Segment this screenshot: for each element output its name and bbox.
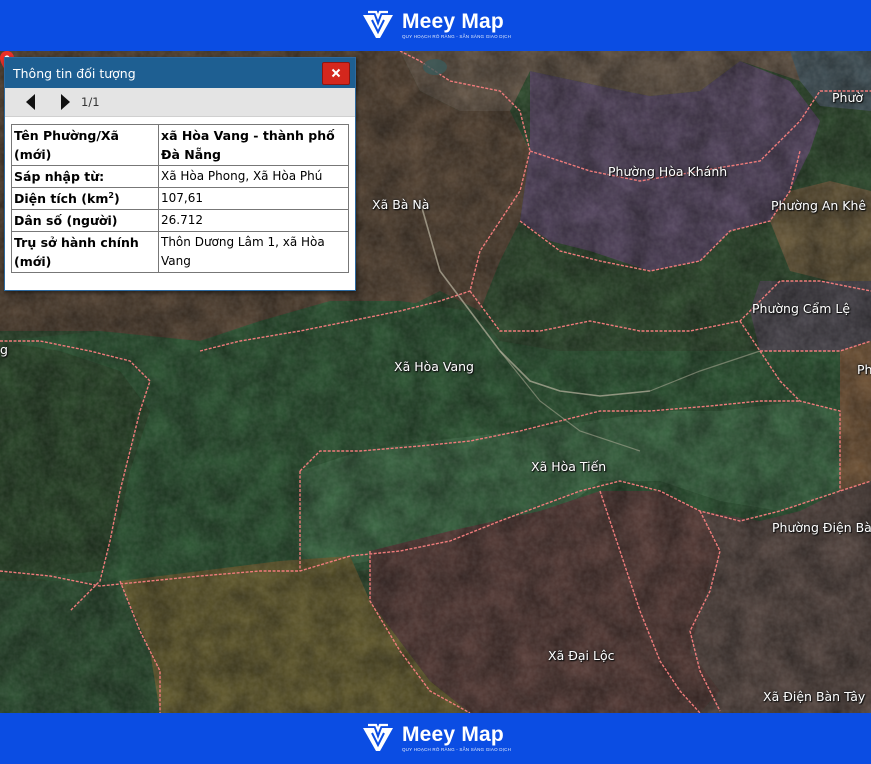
meey-logo-icon — [362, 10, 393, 38]
map-label-an-khe[interactable]: Phường An Khê — [771, 198, 866, 213]
map-label-edge-partial[interactable]: g — [0, 342, 8, 357]
brand-tagline: QUY HOẠCH RÕ RÀNG - SẴN SÀNG GIAO DỊCH — [401, 747, 512, 753]
page-indicator: 1/1 — [81, 95, 100, 109]
previous-button[interactable] — [23, 93, 39, 111]
attr-value: 107,61 — [158, 187, 349, 210]
brand-logo-footer[interactable]: Meey Map QUY HOẠCH RÕ RÀNG - SẴN SÀNG GI… — [360, 721, 511, 757]
map-label-ba-na[interactable]: Xã Bà Nà — [372, 197, 429, 212]
map-label-phuong-partial[interactable]: Phườ — [832, 90, 863, 105]
panel-title: Thông tin đối tượng — [13, 65, 136, 81]
attr-key-suffix: ) — [113, 191, 120, 206]
map-label-ph-partial[interactable]: Ph — [857, 362, 871, 377]
attr-value: 26.712 — [158, 209, 349, 232]
attr-key: Tên Phường/Xã (mới) — [11, 124, 159, 166]
next-button[interactable] — [57, 93, 73, 111]
pager-bar: 1/1 — [5, 88, 355, 117]
map-label-hoa-tien[interactable]: Xã Hòa Tiến — [531, 459, 606, 474]
table-row: Trụ sở hành chính (mới) Thôn Dương Lâm 1… — [11, 231, 349, 273]
footer-bar: Meey Map QUY HOẠCH RÕ RÀNG - SẴN SÀNG GI… — [0, 713, 871, 764]
map-label-hoa-khanh[interactable]: Phường Hòa Khánh — [608, 164, 727, 179]
brand-tagline: QUY HOẠCH RÕ RÀNG - SẴN SÀNG GIAO DỊCH — [401, 34, 512, 40]
attr-key: Dân số (người) — [11, 209, 159, 232]
table-row: Tên Phường/Xã (mới) xã Hòa Vang - thành … — [11, 124, 349, 166]
attr-key-prefix: Diện tích (km — [14, 191, 109, 206]
meey-logo-icon — [362, 723, 393, 751]
attr-key: Sáp nhập từ: — [11, 165, 159, 188]
attr-value: Thôn Dương Lâm 1, xã Hòa Vang — [158, 231, 349, 273]
header-bar: Meey Map QUY HOẠCH RÕ RÀNG - SẴN SÀNG GI… — [0, 0, 871, 51]
attr-value: Xã Hòa Phong, Xã Hòa Phú — [158, 165, 349, 188]
table-row: Dân số (người) 26.712 — [11, 209, 349, 232]
feature-info-panel: Thông tin đối tượng 1/1 Tên Phường/Xã (m… — [4, 57, 356, 291]
attr-value: xã Hòa Vang - thành phố Đà Nẵng — [158, 124, 349, 166]
triangle-left-icon — [26, 94, 35, 110]
table-row: Sáp nhập từ: Xã Hòa Phong, Xã Hòa Phú — [11, 165, 349, 188]
attr-key: Diện tích (km2) — [11, 187, 159, 210]
close-button[interactable] — [322, 61, 350, 85]
map-label-cam-le[interactable]: Phường Cẩm Lệ — [752, 301, 850, 316]
attribute-table: Tên Phường/Xã (mới) xã Hòa Vang - thành … — [11, 124, 349, 273]
map-label-dien-ban[interactable]: Phường Điện Bà — [772, 520, 871, 535]
table-row: Diện tích (km2) 107,61 — [11, 187, 349, 210]
attr-key: Trụ sở hành chính (mới) — [11, 231, 159, 273]
panel-header: Thông tin đối tượng — [5, 58, 355, 88]
map-label-dien-ban-tay[interactable]: Xã Điện Bàn Tây — [763, 689, 865, 704]
brand-name: Meey Map — [401, 723, 504, 747]
map-label-hoa-vang[interactable]: Xã Hòa Vang — [394, 359, 474, 374]
map-label-dai-loc[interactable]: Xã Đại Lộc — [548, 648, 614, 663]
brand-logo[interactable]: Meey Map QUY HOẠCH RÕ RÀNG - SẴN SÀNG GI… — [360, 8, 511, 44]
brand-name: Meey Map — [401, 10, 504, 34]
triangle-right-icon — [61, 94, 70, 110]
close-x-icon — [331, 68, 341, 78]
